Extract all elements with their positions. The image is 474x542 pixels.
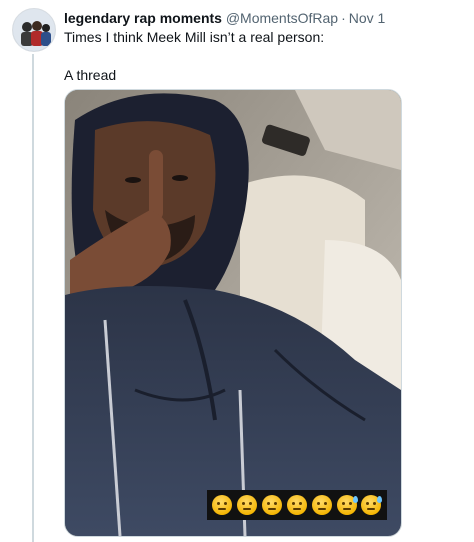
tweet-date[interactable]: Nov 1 xyxy=(349,10,386,26)
photo-man-in-hoodie xyxy=(65,90,401,536)
avatar[interactable] xyxy=(12,8,56,52)
zipper-mouth-emoji-icon xyxy=(311,495,332,515)
display-name[interactable]: legendary rap moments xyxy=(64,10,222,26)
tweet-text-line: A thread xyxy=(64,67,117,83)
avatar-image xyxy=(13,9,55,51)
downcast-sweat-emoji-icon xyxy=(336,495,358,515)
separator-dot: · xyxy=(341,10,346,26)
zipper-mouth-emoji-icon xyxy=(262,495,283,515)
emoji-overlay-strip xyxy=(207,490,387,520)
user-handle[interactable]: @MomentsOfRap xyxy=(226,10,338,26)
zipper-mouth-emoji-icon xyxy=(212,495,233,515)
thread-line xyxy=(32,54,34,542)
tweet-text-line: Times I think Meek Mill isn’t a real per… xyxy=(64,29,325,45)
tweet-media-image[interactable] xyxy=(64,89,402,537)
zipper-mouth-emoji-icon xyxy=(237,495,258,515)
tweet-header: legendary rap moments @MomentsOfRap · Nov … xyxy=(64,9,385,27)
tweet[interactable]: legendary rap moments @MomentsOfRap · Nov … xyxy=(0,0,474,542)
tweet-text: Times I think Meek Mill isn’t a real per… xyxy=(64,28,324,85)
zipper-mouth-emoji-icon xyxy=(286,495,307,515)
downcast-sweat-emoji-icon xyxy=(361,495,383,515)
